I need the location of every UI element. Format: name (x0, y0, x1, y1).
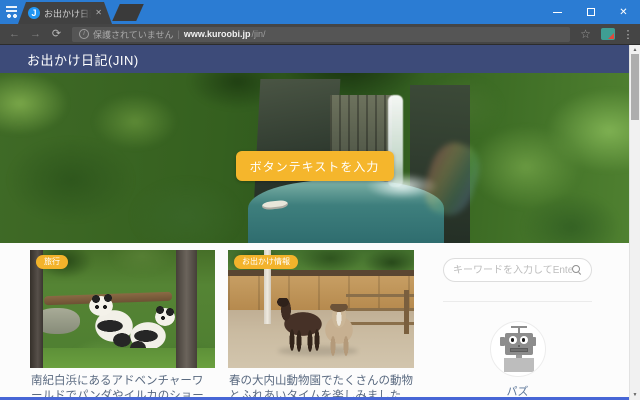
pony-dark (276, 298, 328, 352)
robot-eye-right (520, 336, 528, 344)
robot-mouth (510, 348, 528, 352)
window-icon (5, 5, 19, 19)
reload-button[interactable]: ⟳ (46, 29, 67, 40)
article-thumbnail-ponies[interactable]: お出かけ情報 (228, 250, 414, 368)
article-card[interactable]: 旅行 南紀白浜にあるアドベンチャーワールドでパンダやイルカのショーを見てき (30, 250, 215, 400)
address-bar[interactable]: i 保護されていません | www.kuroobi.jp /jin/ (72, 27, 570, 42)
article-card[interactable]: お出かけ情報 春の大内山動物園でたくさんの動物とふれあいタイムを楽しみました (228, 250, 414, 400)
pony-fence-post (404, 290, 409, 334)
url-separator: | (177, 29, 179, 39)
url-host: www.kuroobi.jp (184, 29, 251, 39)
extension-arrow-icon (608, 33, 614, 39)
site-header: お出かけ日記(JIN) (0, 45, 629, 73)
robot-ear-left (500, 337, 505, 346)
browser-tab[interactable]: J お出かけ日記(JIN) | Just a ✕ (18, 2, 112, 24)
page-scrollbar[interactable]: ▲ ▼ (629, 45, 640, 400)
scroll-down-arrow[interactable]: ▼ (630, 392, 640, 398)
minimize-icon (553, 12, 562, 13)
menu-icon[interactable]: ⋮ (620, 28, 636, 41)
browser-toolbar: ← → ⟳ i 保護されていません | www.kuroobi.jp /jin/… (0, 24, 640, 45)
robot-avatar[interactable] (490, 321, 546, 377)
pony-tan (322, 304, 360, 356)
site-favicon-icon: J (28, 7, 40, 19)
hero-image: ボタンテキストを入力 (0, 73, 629, 243)
category-badge[interactable]: 旅行 (36, 255, 68, 269)
robot-eye-left (509, 336, 517, 344)
forward-button[interactable]: → (25, 29, 46, 40)
sidebar-divider (443, 301, 592, 302)
back-button[interactable]: ← (4, 29, 25, 40)
search-box[interactable] (443, 258, 592, 282)
robot-torso (504, 358, 534, 372)
tab-close-icon[interactable]: ✕ (95, 9, 102, 17)
page-viewport: お出かけ日記(JIN) ボタンテキストを入力 (0, 45, 640, 400)
article-thumbnail-pandas[interactable]: 旅行 (30, 250, 215, 368)
scroll-up-arrow[interactable]: ▲ (630, 47, 640, 53)
maximize-button[interactable] (574, 0, 607, 24)
minimize-button[interactable] (541, 0, 574, 24)
profile-widget: パズ (443, 321, 592, 399)
robot-head (505, 333, 533, 355)
info-icon[interactable]: i (79, 29, 89, 39)
search-input[interactable] (453, 265, 572, 276)
category-badge[interactable]: お出かけ情報 (234, 255, 298, 269)
tab-title: お出かけ日記(JIN) | Just a (44, 7, 91, 20)
search-icon[interactable] (572, 265, 582, 275)
window-controls: ✕ (541, 0, 640, 24)
robot-nose (518, 345, 520, 347)
panda-fence-post-right (176, 250, 197, 368)
site-title[interactable]: お出かけ日記(JIN) (27, 50, 139, 69)
browser-window: J お出かけ日記(JIN) | Just a ✕ ✕ ← → ⟳ i 保護されて… (0, 0, 640, 400)
bookmark-star-icon[interactable]: ☆ (575, 28, 596, 40)
security-label: 保護されていません (93, 28, 173, 41)
close-window-button[interactable]: ✕ (607, 0, 640, 24)
hero-cta-button[interactable]: ボタンテキストを入力 (236, 151, 394, 181)
new-tab-button[interactable] (112, 4, 144, 21)
url-path: /jin/ (251, 29, 265, 39)
maximize-icon (587, 8, 595, 16)
extension-icon[interactable] (601, 28, 615, 40)
browser-titlebar: J お出かけ日記(JIN) | Just a ✕ ✕ (0, 0, 640, 24)
scrollbar-thumb[interactable] (631, 54, 639, 120)
